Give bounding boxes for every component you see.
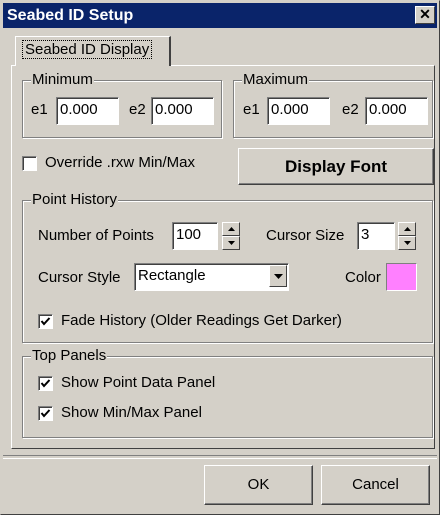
minimum-e2-input[interactable]: 0.000	[151, 97, 214, 125]
color-swatch[interactable]	[386, 263, 417, 291]
cursor-size-input[interactable]: 3	[357, 222, 395, 250]
maximum-e2-label: e2	[342, 101, 359, 118]
fade-history-checkbox[interactable]	[38, 314, 53, 329]
cursor-size-spinner[interactable]	[398, 222, 416, 250]
tab-seabed-id-display[interactable]: Seabed ID Display	[15, 36, 171, 66]
number-of-points-label: Number of Points	[38, 227, 154, 244]
cursor-size-label: Cursor Size	[266, 227, 345, 244]
cursor-style-dropdown-button[interactable]	[269, 265, 287, 287]
color-label: Color	[345, 269, 381, 286]
top-panels-group: Top Panels	[22, 347, 433, 438]
spin-up-arrow-icon	[228, 227, 235, 231]
display-font-button[interactable]: Display Font	[238, 148, 434, 185]
number-of-points-up-button[interactable]	[222, 222, 240, 236]
show-point-data-label[interactable]: Show Point Data Panel	[61, 374, 215, 392]
spin-up-arrow-icon	[404, 227, 411, 231]
cursor-size-up-button[interactable]	[398, 222, 416, 236]
minimum-e1-input[interactable]: 0.000	[56, 97, 119, 125]
dialog-window: Seabed ID Setup ✕ Seabed ID Display Mini…	[0, 0, 440, 515]
top-panels-legend: Top Panels	[31, 347, 108, 365]
maximum-e2-input[interactable]: 0.000	[365, 97, 428, 125]
number-of-points-down-button[interactable]	[222, 236, 240, 250]
display-font-button-label: Display Font	[284, 157, 387, 176]
minimum-legend: Minimum	[31, 71, 94, 89]
number-of-points-spinner[interactable]	[222, 222, 240, 250]
close-button[interactable]: ✕	[415, 6, 435, 24]
dropdown-arrow-icon	[274, 274, 283, 279]
cursor-style-value: Rectangle	[138, 267, 206, 284]
show-minmax-checkbox[interactable]	[38, 406, 53, 421]
maximum-e1-label: e1	[243, 101, 260, 118]
checkmark-icon	[40, 409, 51, 418]
point-history-legend: Point History	[31, 191, 119, 209]
override-label[interactable]: Override .rxw Min/Max	[45, 154, 195, 172]
maximum-legend: Maximum	[242, 71, 310, 89]
close-icon: ✕	[419, 6, 431, 22]
spin-down-arrow-icon	[404, 241, 411, 245]
cursor-style-label: Cursor Style	[38, 269, 121, 286]
cancel-button-label: Cancel	[352, 476, 399, 493]
maximum-e1-input[interactable]: 0.000	[267, 97, 330, 125]
spin-down-arrow-icon	[228, 241, 235, 245]
number-of-points-input[interactable]: 100	[172, 222, 218, 250]
checkmark-icon	[40, 317, 51, 326]
cancel-button[interactable]: Cancel	[321, 465, 430, 505]
show-minmax-label[interactable]: Show Min/Max Panel	[61, 404, 202, 422]
minimum-e1-label: e1	[31, 101, 48, 118]
title-bar[interactable]: Seabed ID Setup ✕	[3, 3, 437, 28]
fade-history-label[interactable]: Fade History (Older Readings Get Darker)	[61, 312, 342, 330]
checkmark-icon	[40, 379, 51, 388]
cursor-size-down-button[interactable]	[398, 236, 416, 250]
cursor-style-select[interactable]: Rectangle	[134, 263, 289, 291]
tab-label: Seabed ID Display	[22, 40, 153, 59]
window-title: Seabed ID Setup	[7, 7, 134, 24]
footer-separator	[3, 455, 437, 459]
minimum-e2-label: e2	[129, 101, 146, 118]
ok-button[interactable]: OK	[204, 465, 313, 505]
ok-button-label: OK	[247, 476, 270, 493]
override-checkbox[interactable]	[22, 156, 37, 171]
show-point-data-checkbox[interactable]	[38, 376, 53, 391]
